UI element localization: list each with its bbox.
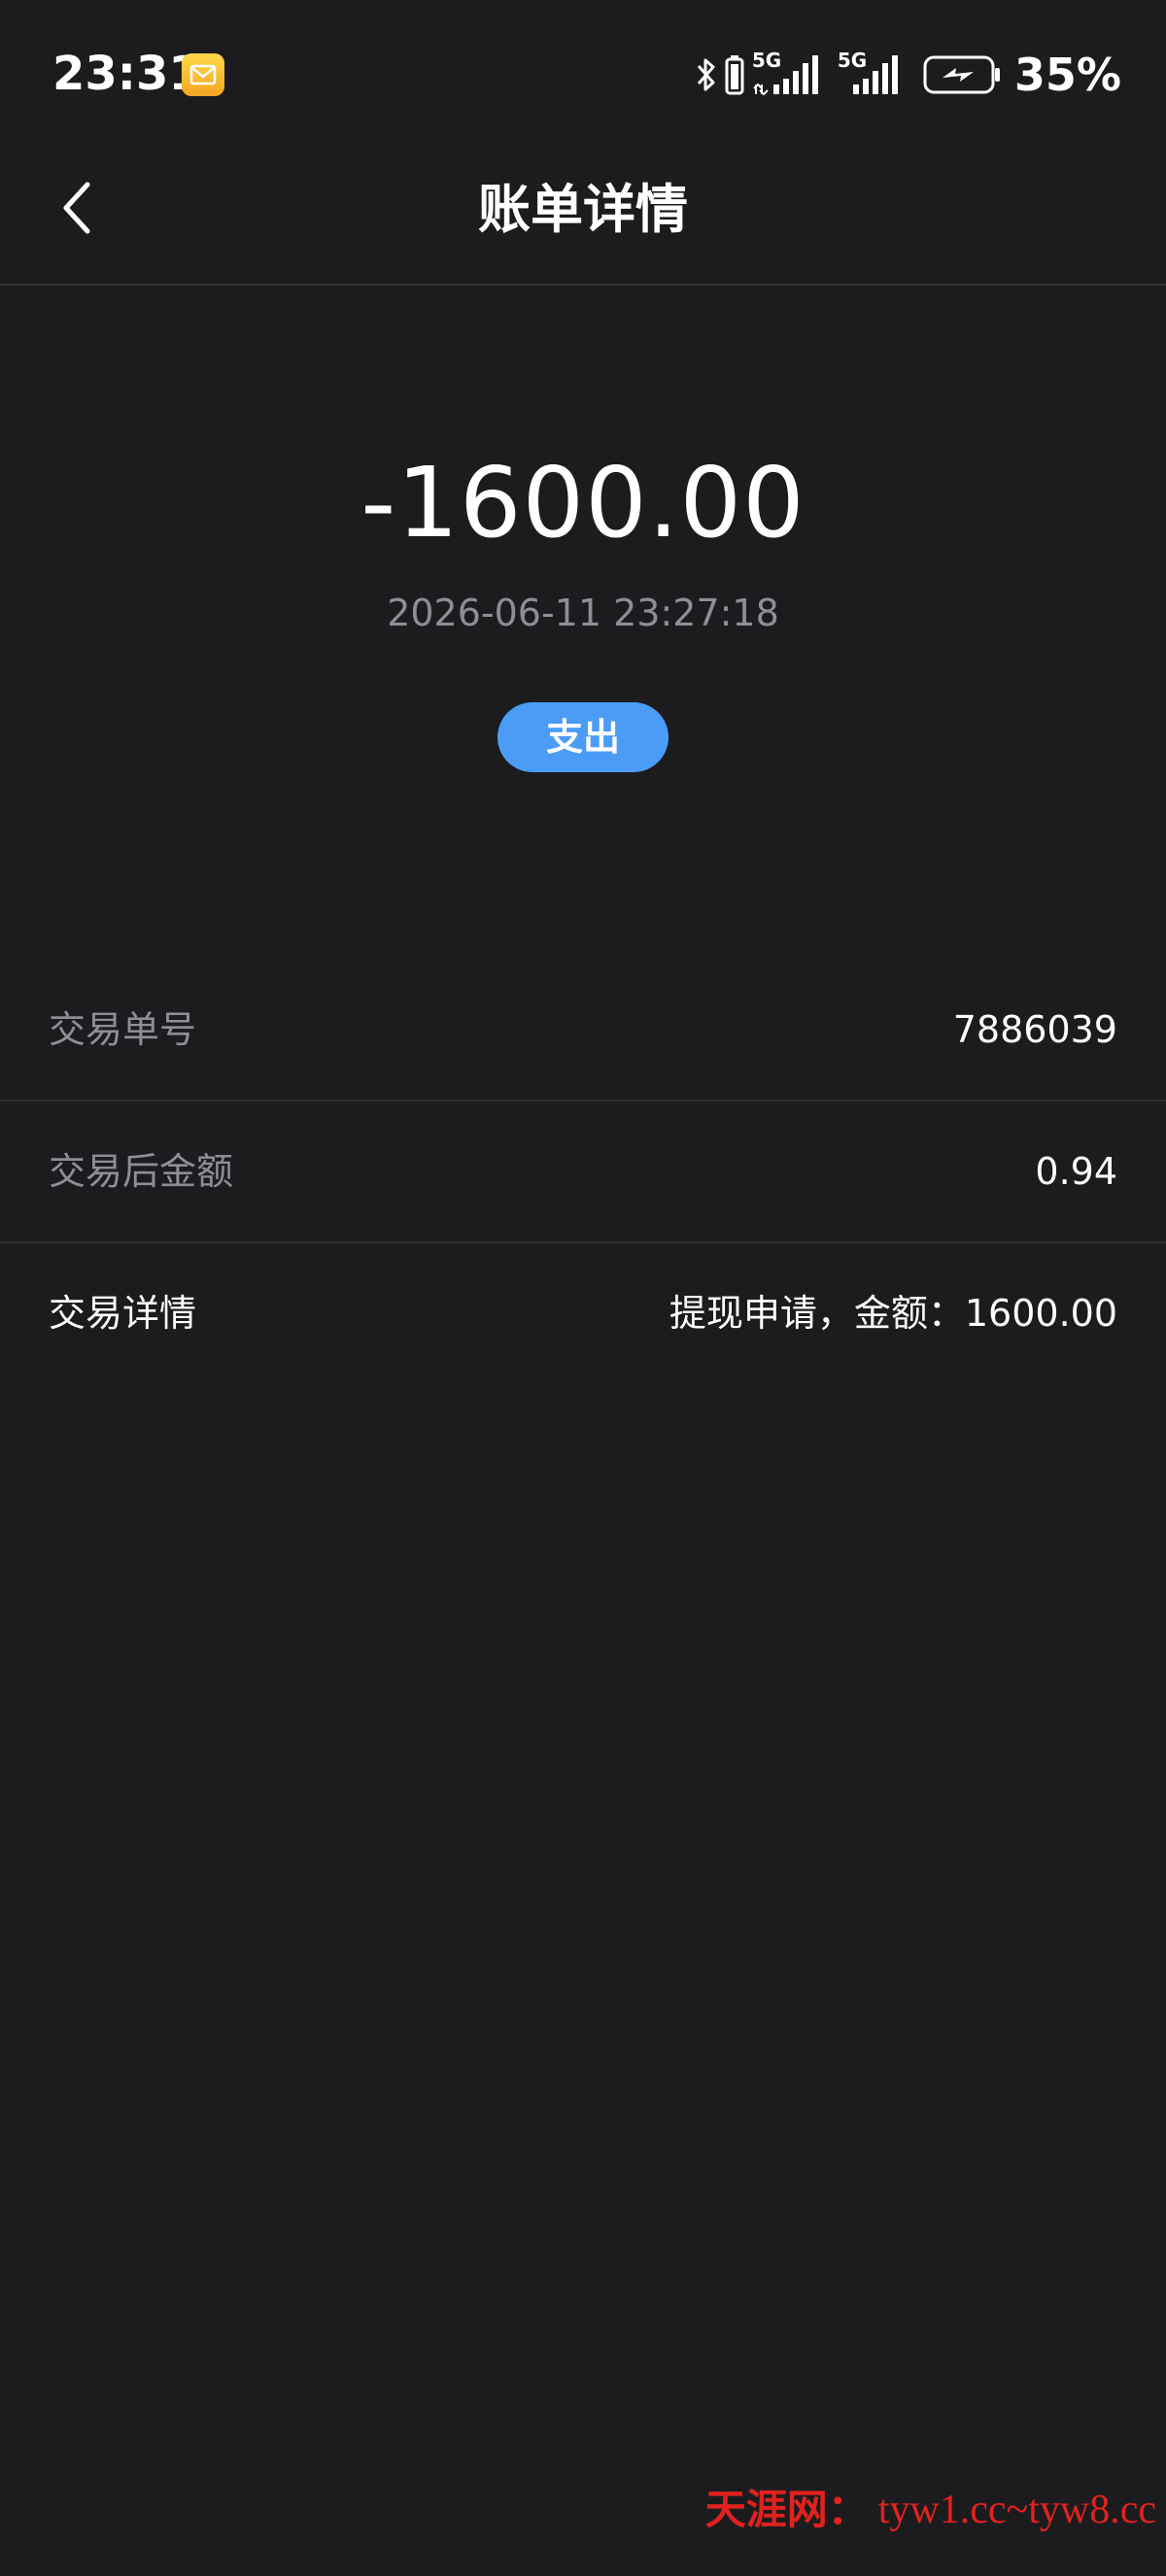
detail-label: 交易详情 (49, 1292, 197, 1335)
transaction-type-badge: 支出 (497, 702, 669, 772)
battery-percent: 35% (1013, 49, 1121, 101)
detail-value: 7886039 (952, 1008, 1117, 1051)
transaction-amount: -1600.00 (360, 446, 806, 559)
battery-small-icon (725, 54, 744, 95)
detail-label: 交易单号 (49, 1008, 197, 1051)
detail-row-transaction-details: 交易详情 提现申请，金额：1600.00 (0, 1243, 1166, 1383)
detail-row-balance-after: 交易后金额 0.94 (0, 1102, 1166, 1243)
status-time: 23:31 (52, 47, 201, 101)
detail-value: 0.94 (1035, 1150, 1117, 1193)
signal-5g-icon: 5G (838, 50, 902, 98)
detail-value: 提现申请，金额：1600.00 (669, 1292, 1117, 1335)
mail-notification-icon (181, 52, 225, 97)
detail-row-transaction-number: 交易单号 7886039 (0, 960, 1166, 1102)
page-title: 账单详情 (478, 179, 688, 240)
transaction-datetime: 2026-06-11 23:27:18 (387, 592, 779, 634)
signal-5g-icon: 5G (752, 50, 820, 98)
bill-detail-screen: 23:31 5G 5G 35% 账单详情 -1600.00 2026-06-11… (0, 0, 1166, 2576)
bluetooth-icon (696, 55, 717, 94)
detail-label: 交易后金额 (49, 1150, 234, 1193)
status-bar: 23:31 5G 5G 35% (0, 0, 1166, 146)
status-indicators: 5G 5G 35% (696, 49, 1121, 101)
watermark-urls: tyw1.cc~tyw8.cc (877, 2488, 1156, 2532)
watermark: 天涯网： tyw1.cc~tyw8.cc (705, 2481, 1156, 2539)
nav-bar: 账单详情 (0, 146, 1166, 286)
charging-battery-icon (923, 54, 1001, 95)
watermark-site-name: 天涯网： (704, 2486, 869, 2533)
detail-list: 交易单号 7886039 交易后金额 0.94 交易详情 提现申请，金额：160… (0, 960, 1166, 1383)
